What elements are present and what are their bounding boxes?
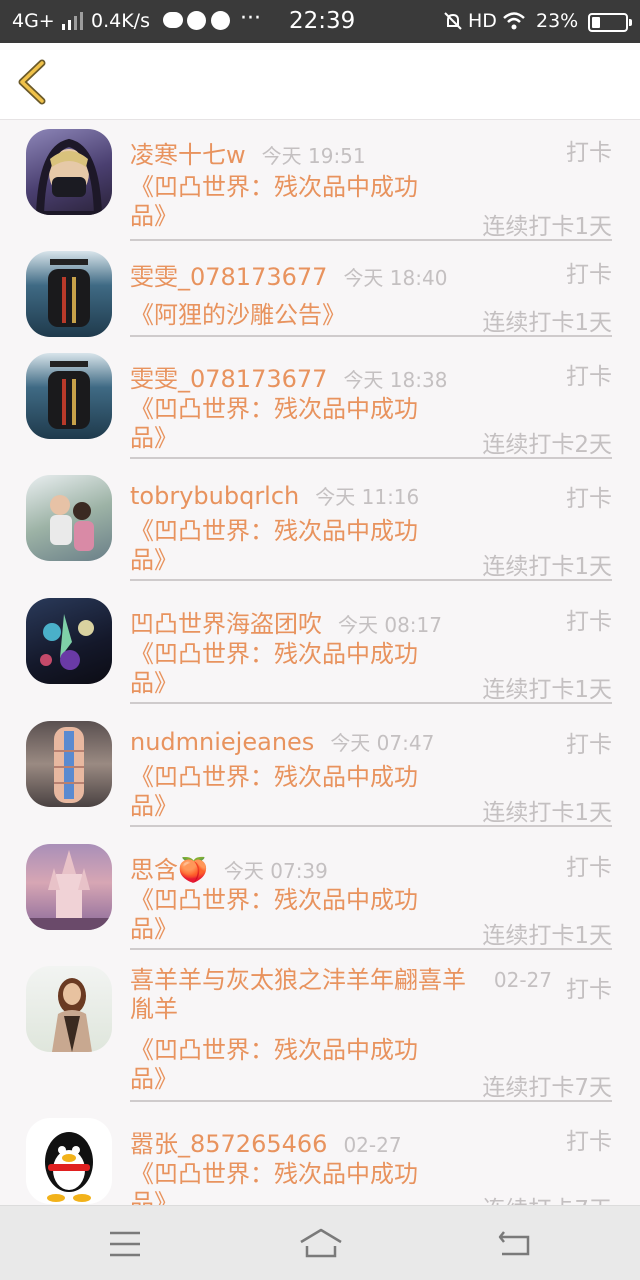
streak-days: 连续打卡1天 xyxy=(482,677,612,703)
avatar[interactable] xyxy=(26,844,112,930)
checkin-label: 打卡 xyxy=(566,609,612,635)
book-title[interactable]: 《凹凸世界：残次品中成功品》 xyxy=(130,640,450,698)
checkin-label: 打卡 xyxy=(566,855,612,881)
checkin-label: 打卡 xyxy=(566,486,612,512)
streak-days: 连续打卡1天 xyxy=(482,310,612,336)
cloud-icon xyxy=(163,12,183,28)
menu-icon[interactable] xyxy=(108,1230,142,1258)
book-title[interactable]: 《凹凸世界：残次品中成功品》 xyxy=(130,395,450,453)
checkin-list: 凌寒十七w 今天 19:51 打卡 《凹凸世界：残次品中成功品》 连续打卡1天 雯… xyxy=(0,121,640,1205)
checkin-time: 今天 18:38 xyxy=(343,368,448,392)
checkin-label: 打卡 xyxy=(566,977,612,1003)
streak-days: 连续打卡7天 xyxy=(482,1190,612,1205)
divider xyxy=(130,948,612,950)
chevron-left-icon[interactable] xyxy=(14,59,54,105)
list-item[interactable]: nudmniejeanes 今天 07:47 打卡 《凹凸世界：残次品中成功品》 … xyxy=(0,721,640,835)
list-item[interactable]: 思含🍑 今天 07:39 打卡 《凹凸世界：残次品中成功品》 连续打卡1天 xyxy=(0,844,640,958)
status-bar: 4G+ 0.4K/s ··· 22:39 HD 23% xyxy=(0,0,640,43)
battery-percent: 23% xyxy=(536,10,579,32)
return-icon[interactable] xyxy=(496,1228,532,1258)
browser-notify-icon xyxy=(211,11,230,30)
username[interactable]: 雯雯_078173677 xyxy=(130,263,327,291)
checkin-label: 打卡 xyxy=(566,262,612,288)
streak-days: 连续打卡1天 xyxy=(482,800,612,826)
checkin-time: 今天 08:17 xyxy=(338,613,442,637)
username[interactable]: 喜羊羊与灰太狼之沣羊年翩喜羊胤羊 xyxy=(130,966,470,1024)
book-title[interactable]: 《凹凸世界：残次品中成功品》 xyxy=(130,1160,450,1205)
avatar[interactable] xyxy=(26,966,112,1052)
list-item[interactable]: 嚣张_857265466 02-27 打卡 《凹凸世界：残次品中成功品》 连续打卡… xyxy=(0,1118,640,1205)
avatar[interactable] xyxy=(26,251,112,337)
streak-days: 连续打卡1天 xyxy=(482,923,612,949)
network-speed: 0.4K/s xyxy=(91,10,150,32)
book-title[interactable]: 《凹凸世界：残次品中成功品》 xyxy=(130,173,450,231)
list-item[interactable]: 喜羊羊与灰太狼之沣羊年翩喜羊胤羊 02-27 打卡 《凹凸世界：残次品中成功品》… xyxy=(0,966,640,1111)
app-notify-icon xyxy=(187,11,206,30)
battery-icon xyxy=(588,13,632,32)
avatar[interactable] xyxy=(26,129,112,215)
username[interactable]: 凌寒十七w xyxy=(130,141,246,169)
checkin-time: 今天 18:40 xyxy=(343,266,448,290)
avatar[interactable] xyxy=(26,598,112,684)
divider xyxy=(130,239,612,241)
book-title[interactable]: 《凹凸世界：残次品中成功品》 xyxy=(130,763,450,821)
divider xyxy=(130,702,612,704)
book-title[interactable]: 《阿狸的沙雕公告》 xyxy=(130,301,460,330)
mute-bell-icon xyxy=(444,12,462,30)
signal-icon xyxy=(62,12,84,30)
avatar[interactable] xyxy=(26,721,112,807)
checkin-time: 02-27 xyxy=(493,968,552,992)
book-title[interactable]: 《凹凸世界：残次品中成功品》 xyxy=(130,886,450,944)
book-title[interactable]: 《凹凸世界：残次品中成功品》 xyxy=(130,517,450,575)
list-item[interactable]: 雯雯_078173677 今天 18:38 打卡 《凹凸世界：残次品中成功品》 连… xyxy=(0,353,640,467)
more-notifications: ··· xyxy=(240,6,261,31)
list-item[interactable]: 凌寒十七w 今天 19:51 打卡 《凹凸世界：残次品中成功品》 连续打卡1天 xyxy=(0,129,640,243)
checkin-label: 打卡 xyxy=(566,732,612,758)
clock: 22:39 xyxy=(289,8,356,34)
system-nav-bar xyxy=(0,1205,640,1280)
checkin-time: 02-27 xyxy=(343,1133,402,1157)
divider xyxy=(130,335,612,337)
streak-days: 连续打卡2天 xyxy=(482,432,612,458)
checkin-label: 打卡 xyxy=(566,364,612,390)
streak-days: 连续打卡7天 xyxy=(482,1075,612,1101)
list-item[interactable]: 凹凸世界海盗团吹 今天 08:17 打卡 《凹凸世界：残次品中成功品》 连续打卡1… xyxy=(0,598,640,712)
username[interactable]: nudmniejeanes xyxy=(130,728,314,756)
streak-days: 连续打卡1天 xyxy=(482,214,612,240)
avatar[interactable] xyxy=(26,475,112,561)
home-icon[interactable] xyxy=(299,1226,343,1260)
checkin-time: 今天 11:16 xyxy=(315,485,420,509)
username[interactable]: 嚣张_857265466 xyxy=(130,1130,327,1158)
book-title[interactable]: 《凹凸世界：残次品中成功品》 xyxy=(130,1036,450,1094)
divider xyxy=(130,825,612,827)
wifi-icon xyxy=(503,12,525,30)
top-bar xyxy=(0,43,640,120)
list-item[interactable]: 雯雯_078173677 今天 18:40 打卡 《阿狸的沙雕公告》 连续打卡1天 xyxy=(0,251,640,341)
list-item[interactable]: tobrybubqrlch 今天 11:16 打卡 《凹凸世界：残次品中成功品》 … xyxy=(0,475,640,589)
divider xyxy=(130,1100,612,1102)
checkin-time: 今天 07:39 xyxy=(223,859,328,883)
username[interactable]: 思含🍑 xyxy=(130,856,208,884)
checkin-label: 打卡 xyxy=(566,140,612,166)
divider xyxy=(130,457,612,459)
network-type: 4G+ xyxy=(12,10,55,32)
username[interactable]: 凹凸世界海盗团吹 xyxy=(130,610,322,638)
checkin-time: 今天 19:51 xyxy=(261,144,366,168)
checkin-time: 今天 07:47 xyxy=(330,731,435,755)
checkin-label: 打卡 xyxy=(566,1129,612,1155)
hd-indicator: HD xyxy=(468,10,497,32)
username[interactable]: 雯雯_078173677 xyxy=(130,365,327,393)
divider xyxy=(130,579,612,581)
avatar[interactable] xyxy=(26,353,112,439)
username[interactable]: tobrybubqrlch xyxy=(130,482,299,510)
avatar[interactable] xyxy=(26,1118,112,1204)
streak-days: 连续打卡1天 xyxy=(482,554,612,580)
